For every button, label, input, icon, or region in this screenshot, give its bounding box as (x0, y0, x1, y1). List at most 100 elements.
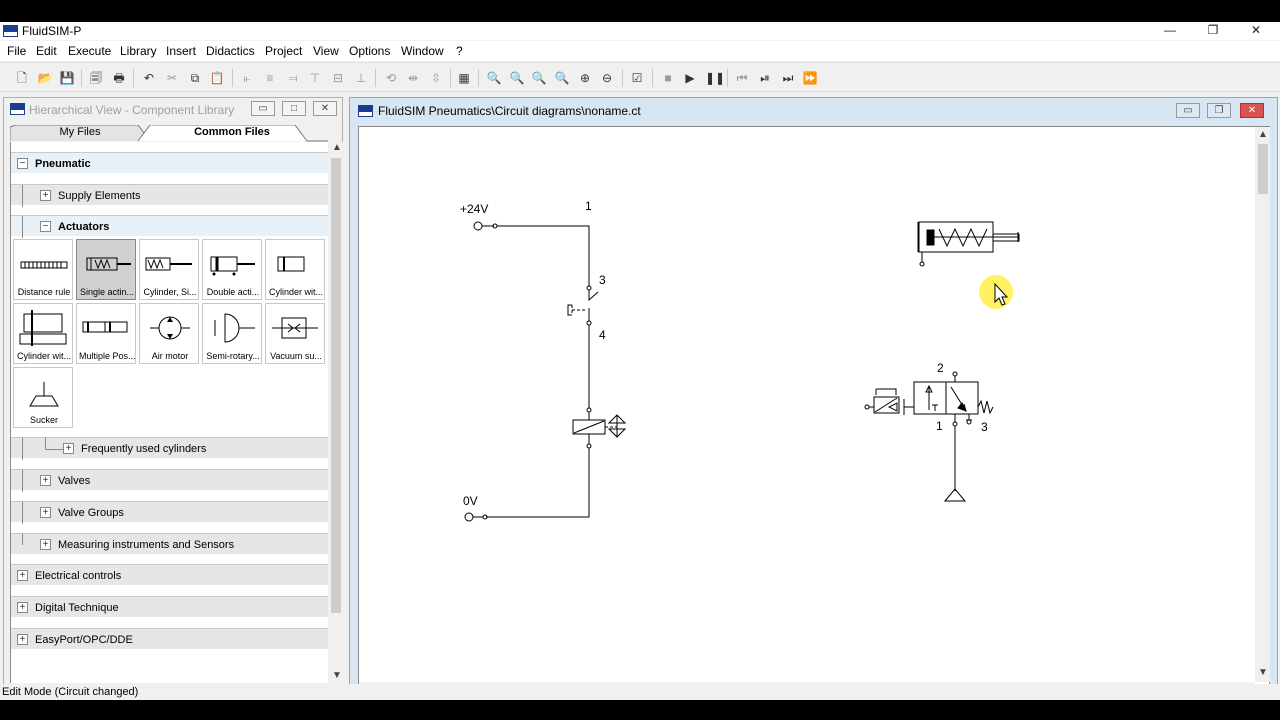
expand-icon[interactable]: + (40, 539, 51, 550)
panel-maximize-button[interactable]: □ (282, 101, 306, 116)
tree-group-pneumatic[interactable]: − Pneumatic (11, 152, 328, 174)
grid-icon[interactable]: ▦ (456, 70, 472, 86)
tree-group-supply-elements[interactable]: + Supply Elements (11, 184, 328, 207)
tab-common-files[interactable]: Common Files (160, 125, 304, 141)
valve-square-left[interactable] (913, 381, 947, 415)
rotate-icon[interactable]: ⟲ (383, 70, 399, 86)
new-file-icon[interactable]: 🗋 (14, 70, 30, 86)
stop-icon[interactable]: ■ (660, 70, 676, 86)
zoom-fit-icon[interactable]: 🔍 (509, 70, 525, 86)
zoom-out-icon[interactable]: ⊖ (599, 70, 615, 86)
mirror-h-icon[interactable]: ⇹ (405, 70, 421, 86)
doc-close-button[interactable]: ✕ (1240, 103, 1264, 118)
menu-library[interactable]: Library (120, 44, 157, 58)
zoom-icon[interactable]: 🔍 (486, 70, 502, 86)
doc-minimize-button[interactable]: ▭ (1176, 103, 1200, 118)
component-air-motor[interactable]: Air motor (139, 303, 199, 364)
print-icon[interactable]: 🖶 (111, 70, 127, 86)
cut-icon[interactable]: ✂ (164, 70, 180, 86)
align-middle-icon[interactable]: ⊟ (330, 70, 346, 86)
menu-edit[interactable]: Edit (36, 44, 57, 58)
scroll-thumb[interactable] (331, 158, 341, 613)
circuit-canvas[interactable]: +24V 1 3 4 0V 2 1 3 ▲ ▼ ◀ (358, 126, 1270, 696)
component-vacuum-suction[interactable]: Vacuum su... (265, 303, 325, 364)
menu-options[interactable]: Options (349, 44, 390, 58)
tree-group-valves[interactable]: + Valves (11, 469, 328, 492)
expand-icon[interactable]: + (63, 443, 74, 454)
scroll-thumb[interactable] (1258, 144, 1268, 194)
tree-group-actuators[interactable]: − Actuators (11, 215, 328, 238)
component-cylinder-with-2[interactable]: Cylinder wit... (13, 303, 73, 364)
menu-project[interactable]: Project (265, 44, 302, 58)
play-icon[interactable]: ▶ (682, 70, 698, 86)
reset-icon[interactable]: ⏮ (734, 70, 750, 86)
copy-icon[interactable]: ⧉ (187, 70, 203, 86)
scroll-down-icon[interactable]: ▼ (1258, 667, 1268, 678)
tree-group-frequently-used-cylinders[interactable]: + Frequently used cylinders (11, 437, 328, 460)
menu-didactics[interactable]: Didactics (206, 44, 255, 58)
open-folder-icon[interactable]: 📂 (37, 70, 53, 86)
scroll-up-icon[interactable]: ▲ (332, 142, 342, 153)
component-single-acting-cylinder[interactable]: Single actin... (76, 239, 136, 300)
restore-button[interactable]: ❐ (1193, 22, 1233, 40)
tree-group-valve-groups[interactable]: + Valve Groups (11, 501, 328, 524)
tab-my-files[interactable]: My Files (20, 125, 140, 141)
expand-icon[interactable]: + (40, 190, 51, 201)
tree-group-electrical-controls[interactable]: + Electrical controls (11, 564, 328, 586)
menu-execute[interactable]: Execute (68, 44, 111, 58)
expand-icon[interactable]: + (17, 634, 28, 645)
expand-icon[interactable]: + (40, 507, 51, 518)
component-distance-rule[interactable]: Distance rule (13, 239, 73, 300)
panel-minimize-button[interactable]: ▭ (251, 101, 275, 116)
collapse-icon[interactable]: − (40, 221, 51, 232)
collapse-icon[interactable]: − (17, 158, 28, 169)
align-right-icon[interactable]: ⫤ (285, 70, 301, 86)
zoom-window-icon[interactable]: 🔍 (531, 70, 547, 86)
tree-group-digital-technique[interactable]: + Digital Technique (11, 596, 328, 618)
canvas-vertical-scrollbar[interactable]: ▲ ▼ (1255, 127, 1270, 682)
component-cylinder-with[interactable]: Cylinder wit... (265, 239, 325, 300)
mirror-v-icon[interactable]: ⇳ (428, 70, 444, 86)
check-drawing-icon[interactable]: ☑ (629, 70, 645, 86)
step-to-end-icon[interactable]: ⏭ (780, 70, 796, 86)
library-vertical-scrollbar[interactable]: ▲ ▼ (329, 142, 343, 684)
expand-icon[interactable]: + (17, 602, 28, 613)
save-icon[interactable]: 💾 (59, 70, 75, 86)
terminal-0v[interactable] (464, 512, 474, 522)
component-semi-rotary[interactable]: Semi-rotary... (202, 303, 262, 364)
circuit-diagram[interactable]: +24V 1 3 4 0V 2 1 3 (359, 127, 1255, 682)
expand-icon[interactable]: + (17, 570, 28, 581)
scroll-down-icon[interactable]: ▼ (332, 670, 342, 681)
tree-group-easyport[interactable]: + EasyPort/OPC/DDE (11, 628, 328, 650)
component-sucker[interactable]: Sucker (13, 367, 73, 428)
fast-forward-icon[interactable]: ⏩ (802, 70, 818, 86)
close-button[interactable]: ✕ (1236, 22, 1276, 40)
tree-group-measuring[interactable]: + Measuring instruments and Sensors (11, 533, 328, 555)
expand-icon[interactable]: + (40, 475, 51, 486)
menu-insert[interactable]: Insert (166, 44, 196, 58)
menu-file[interactable]: File (7, 44, 26, 58)
menu-view[interactable]: View (313, 44, 339, 58)
align-left-icon[interactable]: ⫦ (239, 70, 255, 86)
doc-restore-button[interactable]: ❐ (1207, 103, 1231, 118)
library-panel-title: Hierarchical View - Component Library (29, 103, 235, 117)
panel-close-button[interactable]: ✕ (313, 101, 337, 116)
print-preview-icon[interactable]: 🗐 (88, 70, 104, 86)
terminal-plus24[interactable] (473, 221, 483, 231)
scroll-up-icon[interactable]: ▲ (1258, 129, 1268, 140)
paste-icon[interactable]: 📋 (209, 70, 225, 86)
minimize-button[interactable]: — (1150, 22, 1190, 40)
single-step-icon[interactable]: ⏯ (757, 70, 773, 86)
align-center-icon[interactable]: ≡ (262, 70, 278, 86)
component-double-acting-cylinder[interactable]: Double acti... (202, 239, 262, 300)
component-cylinder-single[interactable]: Cylinder, Si... (139, 239, 199, 300)
menu-help[interactable]: ? (456, 44, 463, 58)
align-top-icon[interactable]: ⊤ (307, 70, 323, 86)
undo-icon[interactable]: ↶ (141, 70, 157, 86)
component-multiple-position[interactable]: Multiple Pos... (76, 303, 136, 364)
zoom-previous-icon[interactable]: 🔍 (554, 70, 570, 86)
align-bottom-icon[interactable]: ⊥ (353, 70, 369, 86)
menu-window[interactable]: Window (401, 44, 444, 58)
zoom-in-icon[interactable]: ⊕ (577, 70, 593, 86)
pause-icon[interactable]: ❚❚ (705, 70, 725, 86)
